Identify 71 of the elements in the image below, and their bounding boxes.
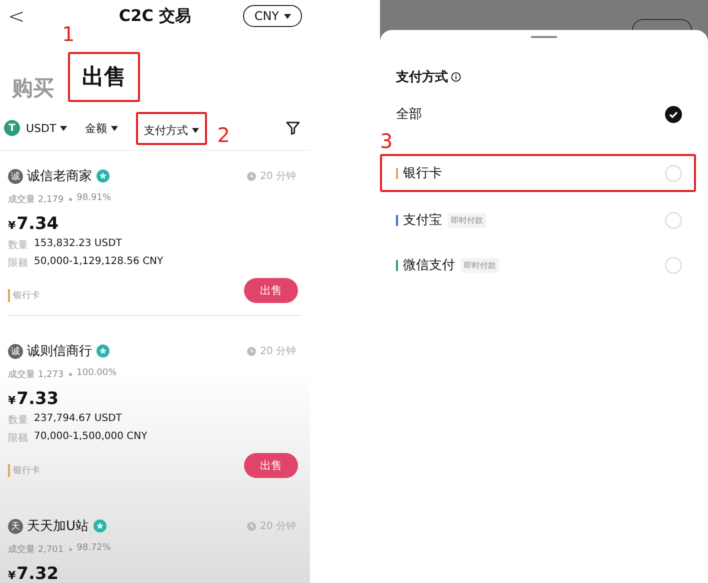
completion-rate: 98.72% [76, 543, 111, 555]
field-value: 237,794.67 USDT [34, 413, 122, 426]
field-value: 153,832.23 USDT [34, 238, 122, 251]
radio-button[interactable] [665, 164, 682, 182]
page-title: C2C 交易 [118, 6, 192, 26]
tab[interactable]: 出售 [74, 62, 134, 92]
currency-sign: ¥ [8, 219, 16, 232]
usdt-coin-icon: T [4, 120, 20, 136]
instant-payment-tag: 即时付款 [461, 258, 499, 272]
response-time: 20 分钟 [260, 344, 296, 358]
caret-icon [284, 14, 291, 18]
field-label: 限额 [8, 256, 28, 270]
caret-icon [192, 128, 200, 132]
caret-icon [60, 126, 68, 130]
response-time: 20 分钟 [260, 170, 296, 183]
merchant-name: 诚则信商行 [27, 343, 92, 360]
merchant-name: 诚信老商家 [27, 168, 92, 185]
price: 7.33 [16, 389, 59, 409]
separator-dot [68, 548, 72, 551]
trade-volume: 成交量 2,701 [8, 544, 64, 556]
caret-icon [111, 126, 118, 130]
info-icon[interactable] [451, 72, 461, 82]
currency-sign: ¥ [8, 569, 16, 582]
price: 7.34 [16, 214, 59, 234]
option-label[interactable]: 银行卡 [403, 164, 442, 182]
avatar: 诚 [8, 344, 23, 358]
clock-icon [247, 172, 256, 180]
annotation-number: 2 [217, 123, 230, 147]
field-value: 50,000-1,129,128.56 CNY [34, 256, 164, 269]
option-label[interactable]: 微信支付 [403, 256, 455, 274]
trade-volume: 成交量 2,179 [8, 194, 64, 206]
verified-badge-icon [92, 519, 107, 533]
drag-handle[interactable] [531, 36, 557, 38]
completion-rate: 100.00% [76, 368, 117, 380]
radio-button[interactable] [665, 256, 682, 274]
checked-radio-icon[interactable] [665, 106, 682, 122]
field-label: 数量 [8, 414, 28, 427]
price: 7.32 [16, 564, 59, 583]
trade-volume: 成交量 1,273 [8, 368, 64, 381]
field-label: 限额 [8, 432, 28, 445]
instant-payment-tag: 即时付款 [448, 212, 486, 228]
option-label[interactable]: 全部 [396, 105, 422, 123]
sell-button[interactable]: 出售 [244, 453, 298, 478]
field-value: 70,000-1,500,000 CNY [34, 431, 148, 444]
separator-dot [68, 373, 72, 376]
verified-badge-icon [96, 169, 110, 183]
avatar: 诚 [8, 168, 23, 184]
filter-dropdown[interactable]: USDT [26, 122, 68, 134]
verified-badge-icon [96, 344, 110, 358]
avatar: 天 [8, 518, 23, 534]
currency-sign: ¥ [8, 394, 16, 407]
field-label: 数量 [8, 239, 28, 252]
separator-dot [68, 198, 72, 201]
sheet-title: 支付方式 [396, 68, 448, 86]
merchant-name: 天天加U站 [27, 518, 89, 535]
option-label[interactable]: 支付宝 [403, 211, 442, 229]
annotation-number: 1 [62, 22, 75, 46]
clock-icon [247, 346, 256, 356]
currency-dropdown[interactable]: CNY [243, 5, 302, 27]
radio-button[interactable] [665, 212, 682, 228]
payment-method: 银行卡 [8, 289, 40, 302]
filter-dropdown[interactable]: 金额 [85, 120, 118, 136]
sell-button[interactable]: 出售 [244, 278, 298, 303]
response-time: 20 分钟 [260, 520, 296, 533]
completion-rate: 98.91% [76, 193, 111, 205]
annotation-number: 3 [380, 129, 393, 153]
clock-icon [247, 522, 256, 530]
filter-icon[interactable] [286, 121, 300, 135]
back-button[interactable]: < [8, 4, 25, 28]
filter-dropdown[interactable]: 支付方式 [144, 122, 200, 138]
payment-method: 银行卡 [8, 464, 40, 477]
